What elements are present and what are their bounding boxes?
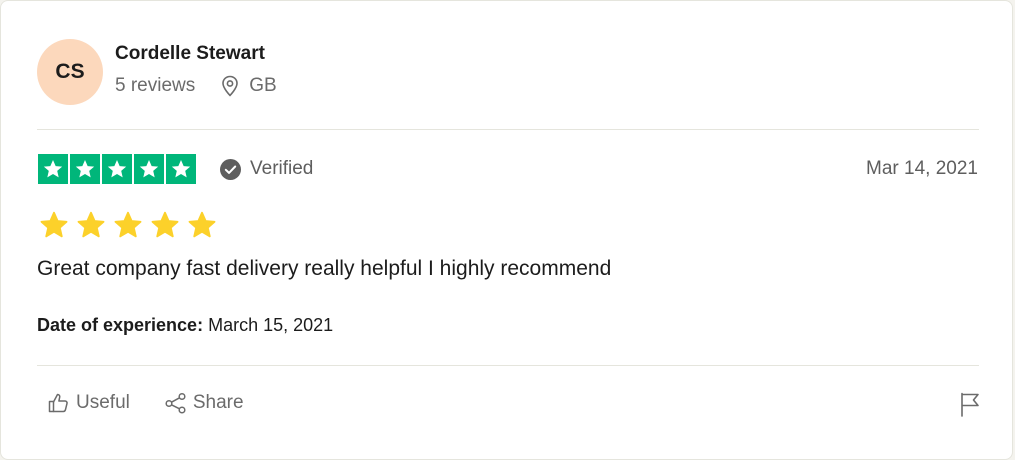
avatar[interactable]: CS [37,39,103,105]
consumer-name[interactable]: Cordelle Stewart [115,42,277,66]
avatar-initials: CS [55,60,85,83]
consumer-info: CS Cordelle Stewart 5 reviews GB [37,39,277,105]
gold-star-icon [187,210,217,240]
location-pin-icon [221,75,239,97]
review-date: Mar 14, 2021 [866,158,978,179]
date-of-experience: Date of experience: March 15, 2021 [37,315,333,336]
review-text: Great company fast delivery really helpf… [37,257,612,280]
thumbs-up-icon [47,391,71,415]
experience-date: March 15, 2021 [208,315,334,335]
star-rating [38,154,196,184]
divider [37,129,979,130]
secondary-star-rating [39,210,217,240]
star-icon [102,154,132,184]
share-label: Share [192,392,244,413]
flag-icon [958,391,982,417]
gold-star-icon [150,210,180,240]
report-button[interactable] [958,391,982,417]
gold-star-icon [39,210,69,240]
share-button[interactable]: Share [164,391,244,415]
gold-star-icon [76,210,106,240]
rating-row: Verified Mar 14, 2021 [38,154,978,184]
star-icon [38,154,68,184]
verified-badge[interactable]: Verified [220,158,313,180]
star-icon [166,154,196,184]
star-icon [134,154,164,184]
consumer-meta: 5 reviews GB [115,75,277,97]
star-icon [70,154,100,184]
useful-label: Useful [76,392,130,413]
review-actions: Useful Share [47,391,244,415]
useful-button[interactable]: Useful [47,391,130,415]
reviews-count: 5 reviews [115,74,196,96]
consumer-details: Cordelle Stewart 5 reviews GB [115,43,277,97]
verified-label: Verified [250,158,314,179]
verified-check-icon [220,158,241,180]
divider [37,365,979,366]
consumer-country: GB [249,74,277,96]
experience-label: Date of experience: [37,315,204,335]
gold-star-icon [113,210,143,240]
review-card: CS Cordelle Stewart 5 reviews GB Verifie… [0,0,1013,460]
share-icon [164,391,188,415]
